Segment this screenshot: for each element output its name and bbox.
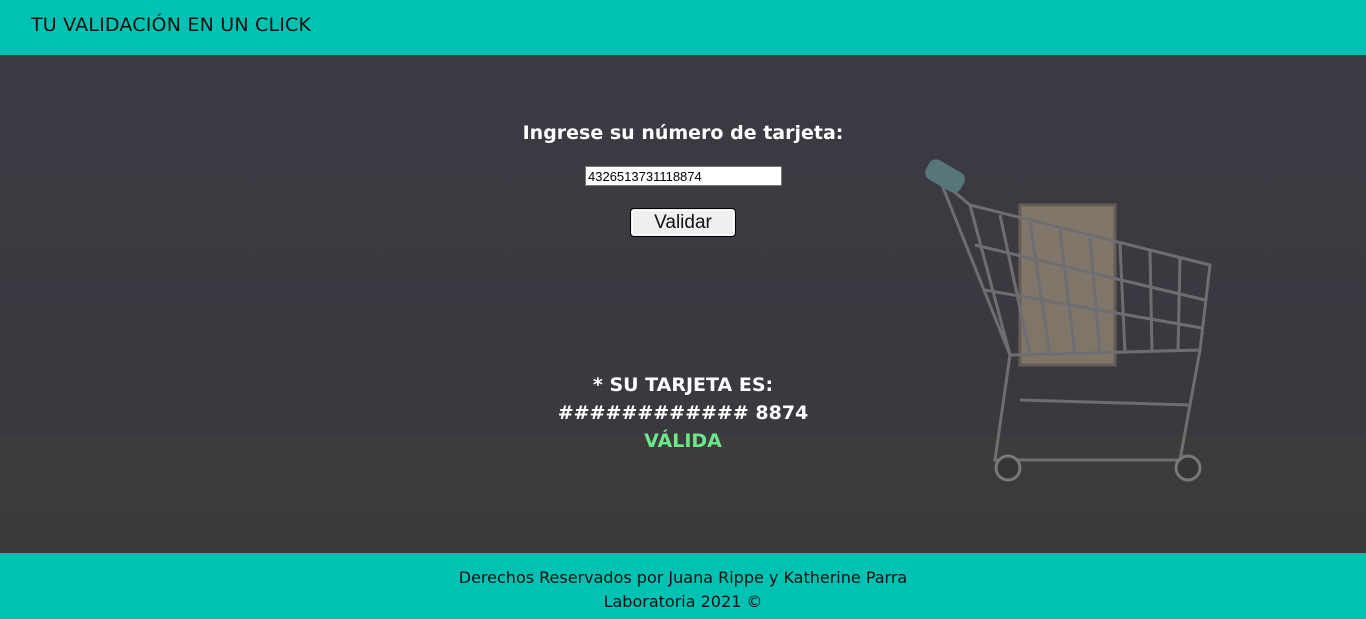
main-section: Ingrese su número de tarjeta: Validar * … xyxy=(0,55,1366,553)
header-bar: TU VALIDACIÓN EN UN CLICK xyxy=(0,0,1366,55)
footer-copyright-line: Derechos Reservados por Juana Rippe y Ka… xyxy=(458,568,908,587)
footer-org-line: Laboratoria 2021 © xyxy=(603,592,763,611)
result-panel: * SU TARJETA ES: ############ 8874 VÁLID… xyxy=(0,371,1366,455)
card-number-label: Ingrese su número de tarjeta: xyxy=(522,122,844,144)
site-title: TU VALIDACIÓN EN UN CLICK xyxy=(31,14,312,36)
validate-button[interactable]: Validar xyxy=(630,208,736,237)
card-number-input[interactable] xyxy=(585,166,782,186)
masked-card-number: ############ 8874 xyxy=(557,402,809,424)
result-heading: * SU TARJETA ES: xyxy=(592,374,774,396)
validation-status: VÁLIDA xyxy=(644,430,722,452)
footer-bar: Derechos Reservados por Juana Rippe y Ka… xyxy=(0,553,1366,619)
